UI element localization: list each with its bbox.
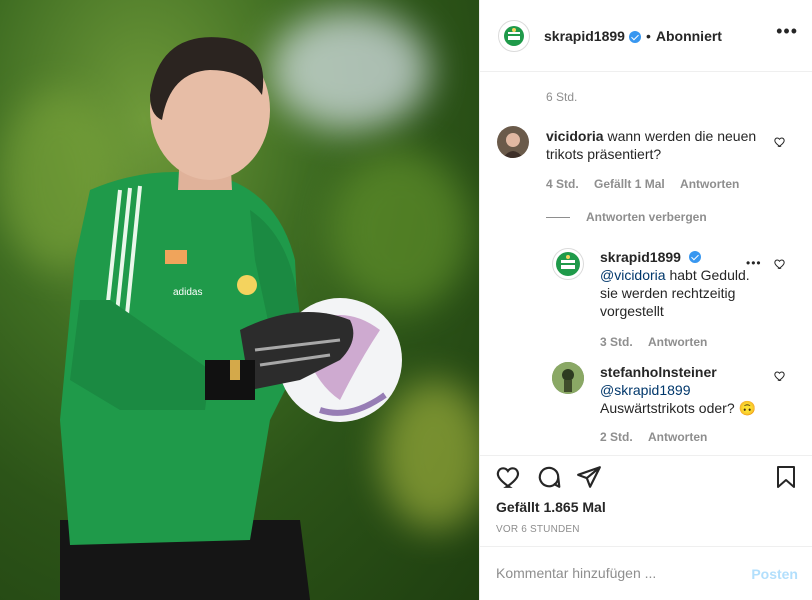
reply-button[interactable]: Antworten: [648, 335, 707, 349]
reply-time[interactable]: 3 Std.: [600, 335, 633, 349]
comment-composer: Posten: [480, 546, 812, 600]
post-time[interactable]: VOR 6 STUNDEN: [496, 524, 580, 535]
follow-status[interactable]: Abonniert: [656, 28, 722, 44]
reply-meta: 3 Std. Antworten: [600, 335, 719, 349]
reply-meta: 2 Std. Antworten: [600, 430, 719, 444]
reply-button[interactable]: Antworten: [648, 430, 707, 444]
post-author[interactable]: skrapid1899: [544, 28, 625, 44]
post-details-panel: skrapid1899 • Abonniert ••• 6 Std. vicid…: [479, 0, 812, 600]
share-icon[interactable]: [576, 464, 602, 490]
more-options-icon[interactable]: •••: [746, 256, 762, 270]
reply-text: skrapid1899 @vicidoria habt Geduld. sie …: [600, 248, 756, 320]
divider: [546, 217, 570, 219]
reply-user[interactable]: skrapid1899: [600, 249, 681, 265]
club-logo-icon: [504, 25, 524, 46]
separator-dot: •: [645, 27, 651, 44]
comment-likes[interactable]: Gefällt 1 Mal: [594, 177, 665, 191]
bookmark-icon[interactable]: [774, 464, 798, 490]
post-button[interactable]: Posten: [751, 566, 798, 582]
reply-text: stefanholnsteiner @skrapid1899 Auswärtst…: [600, 363, 760, 417]
like-count[interactable]: Gefällt 1.865 Mal: [496, 499, 606, 515]
comment-time[interactable]: 4 Std.: [546, 177, 579, 191]
heart-icon[interactable]: [774, 258, 786, 270]
user-avatar-icon: [552, 362, 584, 394]
hide-replies-button[interactable]: Antworten verbergen: [546, 210, 707, 224]
reply-body: Auswärtstrikots oder? 🙃: [600, 400, 756, 416]
comment-icon[interactable]: [536, 464, 562, 490]
hide-replies-label: Antworten verbergen: [586, 210, 707, 224]
comment-input[interactable]: [496, 565, 736, 581]
more-options-icon[interactable]: •••: [776, 22, 798, 40]
post-actions: Gefällt 1.865 Mal VOR 6 STUNDEN: [480, 455, 812, 545]
heart-icon[interactable]: [774, 370, 786, 382]
caption-time: 6 Std.: [546, 90, 578, 104]
heart-icon[interactable]: [774, 136, 786, 148]
post-header: skrapid1899 • Abonniert •••: [480, 0, 812, 72]
verified-badge-icon: [628, 30, 641, 43]
mention-link[interactable]: @vicidoria: [600, 267, 666, 283]
comments-list: 6 Std. vicidoria wann werden die neuen t…: [480, 72, 812, 455]
avatar[interactable]: [498, 19, 530, 52]
heart-icon[interactable]: [496, 464, 522, 490]
avatar[interactable]: [497, 126, 529, 158]
goalkeeper-figure: adidas: [60, 37, 402, 600]
svg-text:adidas: adidas: [173, 287, 202, 298]
comment-meta: 4 Std. Gefällt 1 Mal Antworten: [546, 177, 751, 191]
reply-user[interactable]: stefanholnsteiner: [600, 364, 717, 380]
avatar[interactable]: [552, 362, 584, 394]
reply-time[interactable]: 2 Std.: [600, 430, 633, 444]
post-image[interactable]: adidas: [0, 0, 479, 600]
user-avatar-icon: [503, 133, 523, 158]
reply-button[interactable]: Antworten: [680, 177, 739, 191]
verified-badge-icon: [688, 251, 701, 263]
comment-text: vicidoria wann werden die neuen trikots …: [546, 127, 762, 163]
club-logo-icon: [556, 252, 580, 276]
avatar[interactable]: [552, 248, 584, 280]
comment-user[interactable]: vicidoria: [546, 128, 604, 144]
mention-link[interactable]: @skrapid1899: [600, 382, 691, 398]
